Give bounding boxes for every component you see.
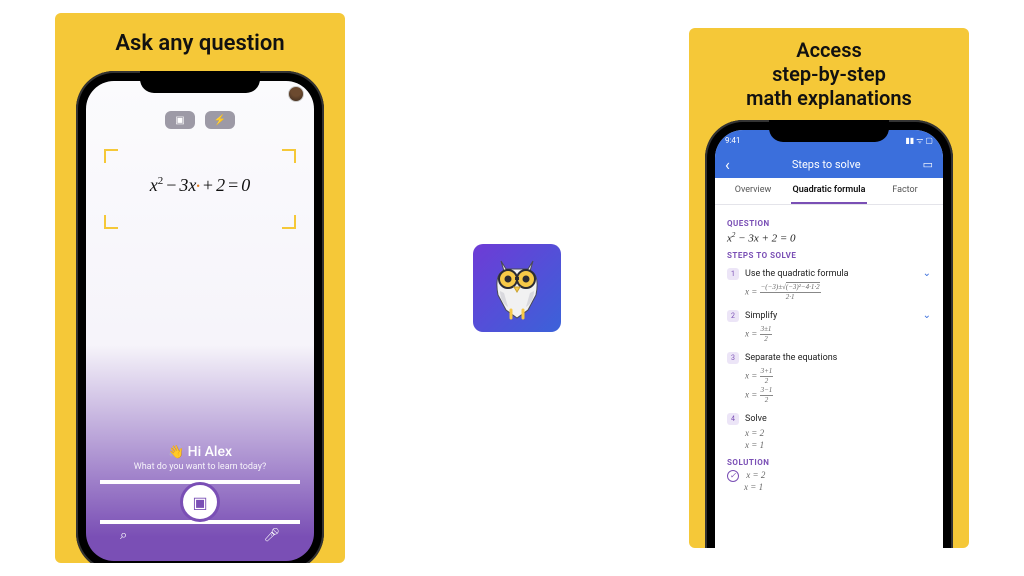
status-icons: ▮▮ ᯤ ▢ xyxy=(905,135,933,146)
phone-screen: ▣ ⚡ x2−3x•+2=0 👋 Hi Alex What do you wan… xyxy=(86,81,314,561)
panel-title: Access step-by-step math explanations xyxy=(746,38,912,110)
mode-toggles: ▣ ⚡ xyxy=(86,111,314,129)
step-equation: x = 3+12 x = 3−12 xyxy=(745,367,931,405)
step-number: 4 xyxy=(727,413,739,425)
greeting-subtitle: What do you want to learn today? xyxy=(86,462,314,472)
step-equation: x = −(−3)±√(−3)²−4·1·22·1 xyxy=(745,283,931,302)
mic-icon[interactable]: 🎤︎ xyxy=(263,528,280,543)
wave-icon: 👋 xyxy=(168,445,184,460)
step-equation: x = 3±12 xyxy=(745,325,931,344)
step-row[interactable]: 1 Use the quadratic formula ⌄ xyxy=(727,268,931,280)
camera-icon: ▣ xyxy=(192,493,207,512)
question-equation: x2 − 3x + 2 = 0 xyxy=(727,231,931,245)
greeting: 👋 Hi Alex xyxy=(86,444,314,460)
greeting-text: Hi Alex xyxy=(188,444,232,460)
step-number: 1 xyxy=(727,268,739,280)
check-icon: ✓ xyxy=(727,470,739,482)
chevron-down-icon: ⌄ xyxy=(923,268,931,279)
step-number: 3 xyxy=(727,352,739,364)
solution-label: SOLUTION xyxy=(727,458,931,467)
flash-toggle[interactable]: ⚡ xyxy=(205,111,235,129)
owl-icon xyxy=(486,255,548,321)
steps-label: STEPS TO SOLVE xyxy=(727,251,931,260)
solve-body: QUESTION x2 − 3x + 2 = 0 STEPS TO SOLVE … xyxy=(715,205,943,504)
tab-quadratic[interactable]: Quadratic formula xyxy=(791,178,867,204)
solution-values: ✓ x = 2 x = 1 xyxy=(727,470,931,494)
question-label: QUESTION xyxy=(727,219,931,228)
tab-factor[interactable]: Factor xyxy=(867,178,943,204)
status-time: 9:41 xyxy=(725,136,740,145)
promo-panel-steps: Access step-by-step math explanations 9:… xyxy=(689,28,969,548)
camera-bar: ▣ xyxy=(100,480,300,524)
header-title: Steps to solve xyxy=(792,158,861,171)
capture-area: x2−3x•+2=0 xyxy=(86,149,314,444)
step-title: Simplify xyxy=(745,311,917,321)
phone-mockup: 9:41 ▮▮ ᯤ ▢ ‹ Steps to solve ▭ Overview … xyxy=(705,120,953,548)
chevron-down-icon: ⌄ xyxy=(923,310,931,321)
step-title: Separate the equations xyxy=(745,353,931,363)
step-title: Solve xyxy=(745,414,931,424)
bookmark-icon[interactable]: ▭ xyxy=(923,158,933,171)
bottom-panel: 👋 Hi Alex What do you want to learn toda… xyxy=(86,444,314,561)
solution-value: x = 2 xyxy=(746,470,765,480)
step-row[interactable]: 2 Simplify ⌄ xyxy=(727,310,931,322)
step-equation: x = 2 x = 1 xyxy=(745,428,931,451)
solution-value: x = 1 xyxy=(744,482,763,492)
step-number: 2 xyxy=(727,310,739,322)
avatar[interactable] xyxy=(288,86,304,102)
tab-bar: Overview Quadratic formula Factor xyxy=(715,178,943,205)
tab-overview[interactable]: Overview xyxy=(715,178,791,204)
promo-panel-ask: Ask any question ▣ ⚡ x2−3x•+2=0 👋 xyxy=(55,13,345,563)
step-title: Use the quadratic formula xyxy=(745,269,917,279)
phone-notch xyxy=(140,71,260,93)
camera-button[interactable]: ▣ xyxy=(180,482,220,522)
app-header: ‹ Steps to solve ▭ xyxy=(715,150,943,178)
crop-brackets[interactable] xyxy=(104,149,296,229)
panel-title: Ask any question xyxy=(115,31,284,57)
step-row[interactable]: 3 Separate the equations xyxy=(727,352,931,364)
bottom-nav: ⌕ 🎤︎ xyxy=(86,524,314,551)
back-icon[interactable]: ‹ xyxy=(725,155,730,174)
phone-mockup: ▣ ⚡ x2−3x•+2=0 👋 Hi Alex What do you wan… xyxy=(76,71,324,563)
gallery-toggle[interactable]: ▣ xyxy=(165,111,195,129)
step-row[interactable]: 4 Solve xyxy=(727,413,931,425)
search-icon[interactable]: ⌕ xyxy=(120,528,127,543)
phone-notch xyxy=(769,120,889,142)
app-icon xyxy=(473,244,561,332)
phone-screen: 9:41 ▮▮ ᯤ ▢ ‹ Steps to solve ▭ Overview … xyxy=(715,130,943,548)
